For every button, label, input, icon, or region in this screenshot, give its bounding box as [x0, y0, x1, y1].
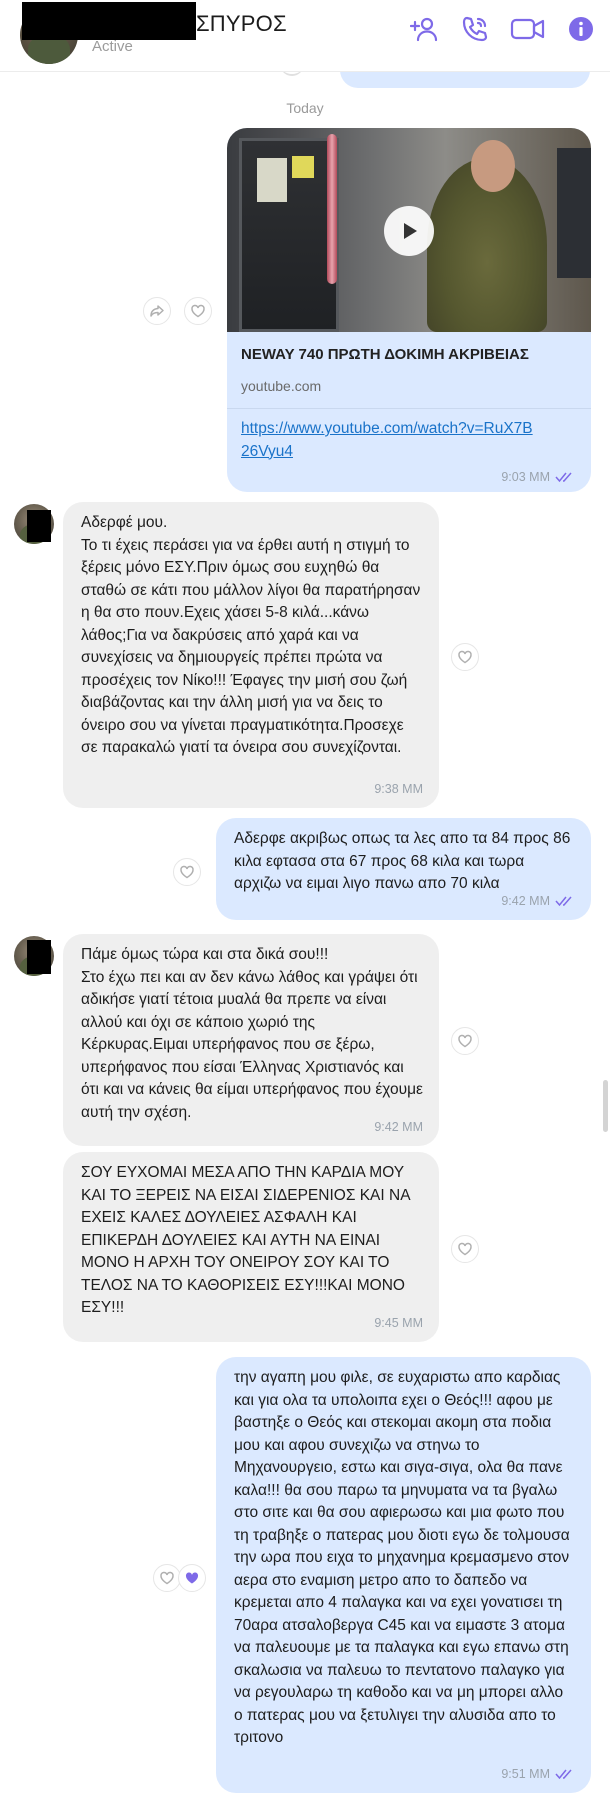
read-receipt-icon	[555, 896, 572, 906]
heart-outline-icon	[458, 1034, 472, 1048]
liked-reaction[interactable]	[178, 1564, 206, 1592]
time-label: 9:42 MM	[501, 893, 550, 908]
share-button[interactable]	[143, 297, 171, 325]
time-label: 9:45 MM	[374, 1315, 423, 1330]
message-text: Αδερφέ μου. Το τι έχεις περάσει για να έ…	[81, 514, 421, 756]
thumbnail-warning-sign	[292, 156, 314, 178]
message-time: 9:51 MM	[501, 1763, 575, 1786]
phone-call-icon[interactable]	[460, 14, 490, 44]
incoming-message[interactable]: Πάμε όμως τώρα και στα δικά σου!!! Στο έ…	[63, 934, 439, 1146]
outgoing-message[interactable]: Αδερφε ακριβως οπως τα λες απο τα 84 προ…	[216, 818, 591, 920]
read-receipt-icon	[555, 472, 572, 483]
react-button[interactable]	[451, 1027, 479, 1055]
heart-filled-icon	[185, 1572, 199, 1584]
day-separator: Today	[286, 100, 324, 116]
react-button[interactable]	[184, 297, 212, 325]
message-time: 9:42 MM	[374, 1116, 423, 1139]
share-icon	[150, 305, 164, 317]
heart-outline-icon	[180, 865, 194, 879]
link-title[interactable]: NEWAY 740 ΠΡΩΤΗ ΔΟΚΙΜΗ ΑΚΡΙΒΕΙΑΣ	[241, 346, 529, 363]
thumbnail-label	[257, 158, 287, 202]
link-domain: youtube.com	[241, 378, 322, 394]
heart-outline-icon	[160, 1571, 174, 1585]
message-text: Αδερφε ακριβως οπως τα λες απο τα 84 προ…	[234, 830, 571, 892]
message-text: Πάμε όμως τώρα και στα δικά σου!!! Στο έ…	[81, 946, 423, 1121]
message-time: 9:03 MM	[501, 470, 575, 484]
heart-outline-icon	[458, 1242, 472, 1256]
add-person-icon[interactable]	[409, 14, 440, 44]
thumbnail-head	[471, 140, 515, 192]
contact-status: Active	[92, 38, 133, 55]
redaction-bar	[22, 2, 196, 40]
redaction-bar	[27, 510, 51, 542]
incoming-message[interactable]: ΣΟΥ ΕΥΧΟΜΑΙ ΜΕΣΑ ΑΠΟ ΤΗΝ ΚΑΡΔΙΑ ΜΟΥ ΚΑΙ …	[63, 1152, 439, 1342]
thumbnail-handle	[327, 134, 337, 284]
time-label: 9:03 MM	[501, 470, 550, 484]
play-icon	[404, 223, 417, 239]
time-label: 9:51 MM	[501, 1766, 550, 1781]
chat-header: ΣΠΥΡΟΣ Active	[0, 0, 610, 72]
link-preview-card[interactable]: NEWAY 740 ΠΡΩΤΗ ΔΟΚΙΜΗ ΑΚΡΙΒΕΙΑΣ youtube…	[227, 128, 591, 492]
heart-outline-icon	[458, 650, 472, 664]
react-button[interactable]	[451, 643, 479, 671]
outgoing-message[interactable]: την αγαπη μου φιλε, σε ευχαριστω απο καρ…	[216, 1357, 591, 1793]
message-time: 9:45 MM	[374, 1312, 423, 1335]
play-button[interactable]	[384, 206, 434, 256]
redaction-bar	[27, 940, 51, 974]
heart-outline-icon	[191, 304, 205, 318]
react-button[interactable]	[173, 858, 201, 886]
info-icon[interactable]	[566, 14, 596, 44]
message-text: ΣΟΥ ΕΥΧΟΜΑΙ ΜΕΣΑ ΑΠΟ ΤΗΝ ΚΑΡΔΙΑ ΜΟΥ ΚΑΙ …	[81, 1164, 410, 1316]
video-thumbnail[interactable]	[227, 128, 591, 332]
thumbnail-machine	[239, 138, 339, 332]
react-button[interactable]	[153, 1564, 181, 1592]
message-time: 9:42 MM	[501, 890, 575, 913]
time-label: 9:42 MM	[374, 1119, 423, 1134]
header-actions	[409, 14, 596, 44]
incoming-message[interactable]: Αδερφέ μου. Το τι έχεις περάσει για να έ…	[63, 502, 439, 808]
message-time: 9:38 MM	[374, 778, 423, 801]
card-divider	[227, 408, 591, 409]
read-receipt-icon	[555, 1769, 572, 1779]
contact-name[interactable]: ΣΠΥΡΟΣ	[196, 11, 287, 37]
chat-window: ΣΠΥΡΟΣ Active Today NEWAY 740 ΠΡΩΤΗ ΔΟΚΙ…	[0, 0, 610, 1800]
scrollbar-thumb[interactable]	[603, 1080, 608, 1132]
video-call-icon[interactable]	[510, 14, 546, 44]
time-label: 9:38 MM	[374, 781, 423, 796]
thumbnail-console	[557, 148, 591, 278]
react-button[interactable]	[451, 1235, 479, 1263]
link-url[interactable]: https://www.youtube.com/watch?v=RuX7B26V…	[241, 418, 541, 463]
message-text: την αγαπη μου φιλε, σε ευχαριστω απο καρ…	[234, 1369, 570, 1746]
